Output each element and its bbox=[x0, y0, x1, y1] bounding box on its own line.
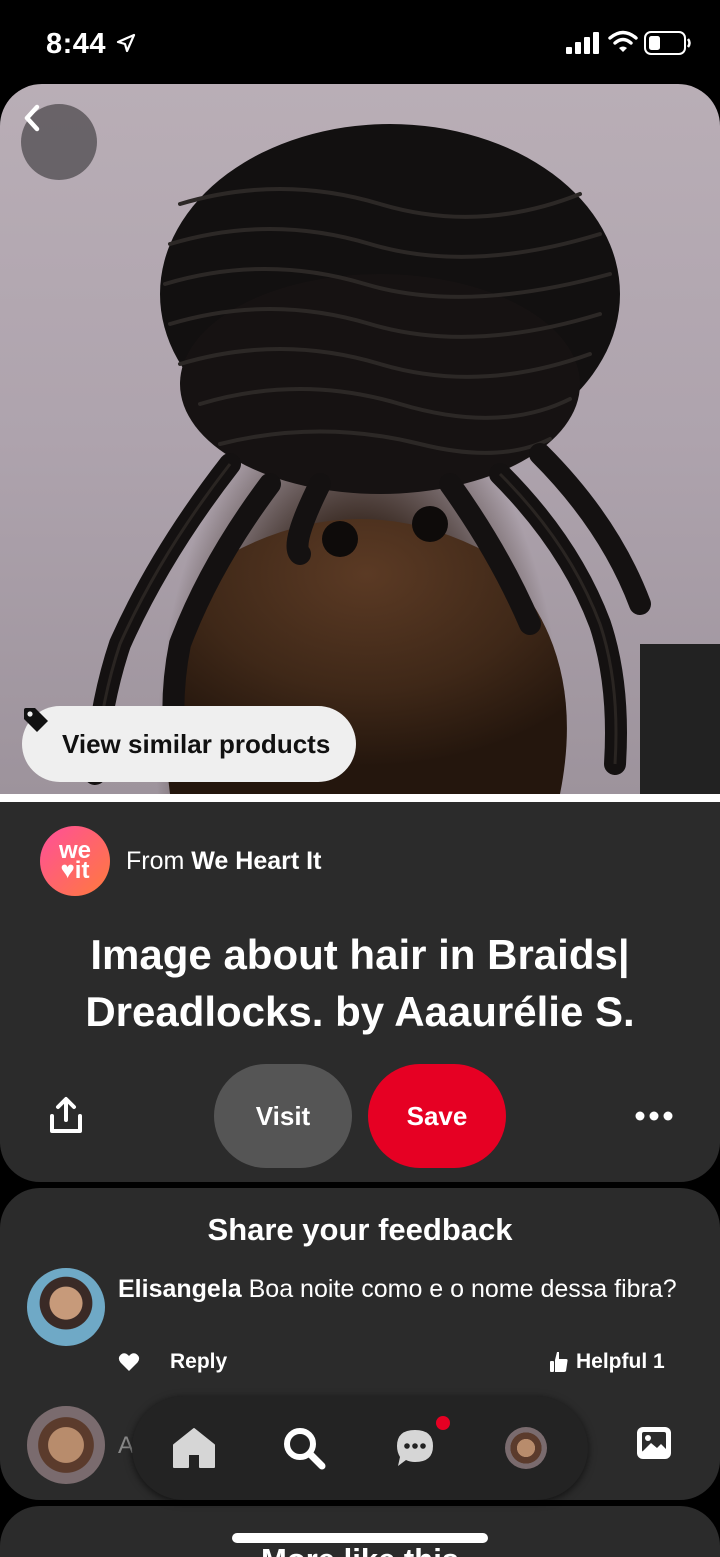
location-arrow-icon bbox=[116, 33, 136, 53]
source-prefix: From bbox=[126, 846, 185, 875]
wifi-icon bbox=[608, 30, 638, 52]
battery-icon bbox=[644, 31, 691, 55]
comment-text: Boa noite como e o nome dessa fibra? bbox=[248, 1275, 677, 1303]
save-button[interactable]: Save bbox=[368, 1064, 506, 1168]
profile-avatar bbox=[505, 1427, 547, 1469]
bottom-navigation bbox=[132, 1396, 588, 1500]
pin-actions: Visit Save bbox=[0, 1064, 720, 1168]
source-logo-bottom: ♥it bbox=[60, 857, 90, 884]
helpful-button[interactable]: Helpful 1 bbox=[550, 1350, 665, 1374]
status-bar: 8:44 bbox=[0, 0, 720, 84]
notification-dot bbox=[436, 1416, 450, 1430]
reply-button[interactable]: Reply bbox=[170, 1350, 227, 1374]
source-logo: we ♥it bbox=[40, 826, 110, 896]
thumbs-up-icon bbox=[550, 1352, 568, 1372]
more-options-icon[interactable] bbox=[628, 1104, 680, 1128]
share-icon[interactable] bbox=[46, 1096, 86, 1136]
heart-icon[interactable] bbox=[118, 1352, 140, 1372]
source-name: We Heart It bbox=[191, 846, 322, 875]
comment-author[interactable]: Elisangela bbox=[118, 1275, 242, 1303]
chevron-left-icon bbox=[24, 104, 40, 132]
pin-title: Image about hair in Braids| Dreadlocks. … bbox=[85, 931, 635, 1035]
pin-source[interactable]: we ♥it From We Heart It bbox=[40, 826, 321, 896]
status-time: 8:44 bbox=[46, 28, 107, 60]
messages-icon bbox=[397, 1430, 433, 1466]
home-icon bbox=[173, 1428, 215, 1468]
cellular-signal-icon bbox=[566, 32, 599, 54]
helpful-label: Helpful 1 bbox=[576, 1350, 665, 1373]
tag-icon bbox=[24, 708, 48, 732]
visit-button[interactable]: Visit bbox=[214, 1064, 352, 1168]
commenter-avatar[interactable] bbox=[27, 1268, 105, 1346]
more-like-this-title: More like this bbox=[0, 1542, 720, 1557]
divider bbox=[0, 794, 720, 802]
view-similar-products-label: View similar products bbox=[62, 728, 331, 759]
more-like-this-card: More like this bbox=[0, 1506, 720, 1557]
comment-body: Elisangela Boa noite como e o nome dessa… bbox=[118, 1272, 688, 1306]
nav-profile[interactable] bbox=[502, 1424, 550, 1472]
nav-search[interactable] bbox=[280, 1424, 328, 1472]
search-icon bbox=[284, 1428, 326, 1470]
nav-messages[interactable] bbox=[391, 1424, 439, 1472]
photo-icon[interactable] bbox=[636, 1426, 672, 1460]
view-similar-products-button[interactable]: View similar products bbox=[22, 706, 357, 782]
pin-info-card: we ♥it From We Heart It Image about hair… bbox=[0, 802, 720, 1182]
source-text: From We Heart It bbox=[126, 847, 321, 876]
back-button[interactable] bbox=[21, 104, 97, 180]
pin-image-illustration bbox=[84, 124, 720, 794]
current-user-avatar bbox=[27, 1406, 105, 1484]
home-indicator bbox=[232, 1533, 488, 1543]
feedback-title: Share your feedback bbox=[207, 1212, 513, 1247]
pin-image[interactable]: View similar products bbox=[0, 84, 720, 794]
nav-home[interactable] bbox=[170, 1424, 218, 1472]
